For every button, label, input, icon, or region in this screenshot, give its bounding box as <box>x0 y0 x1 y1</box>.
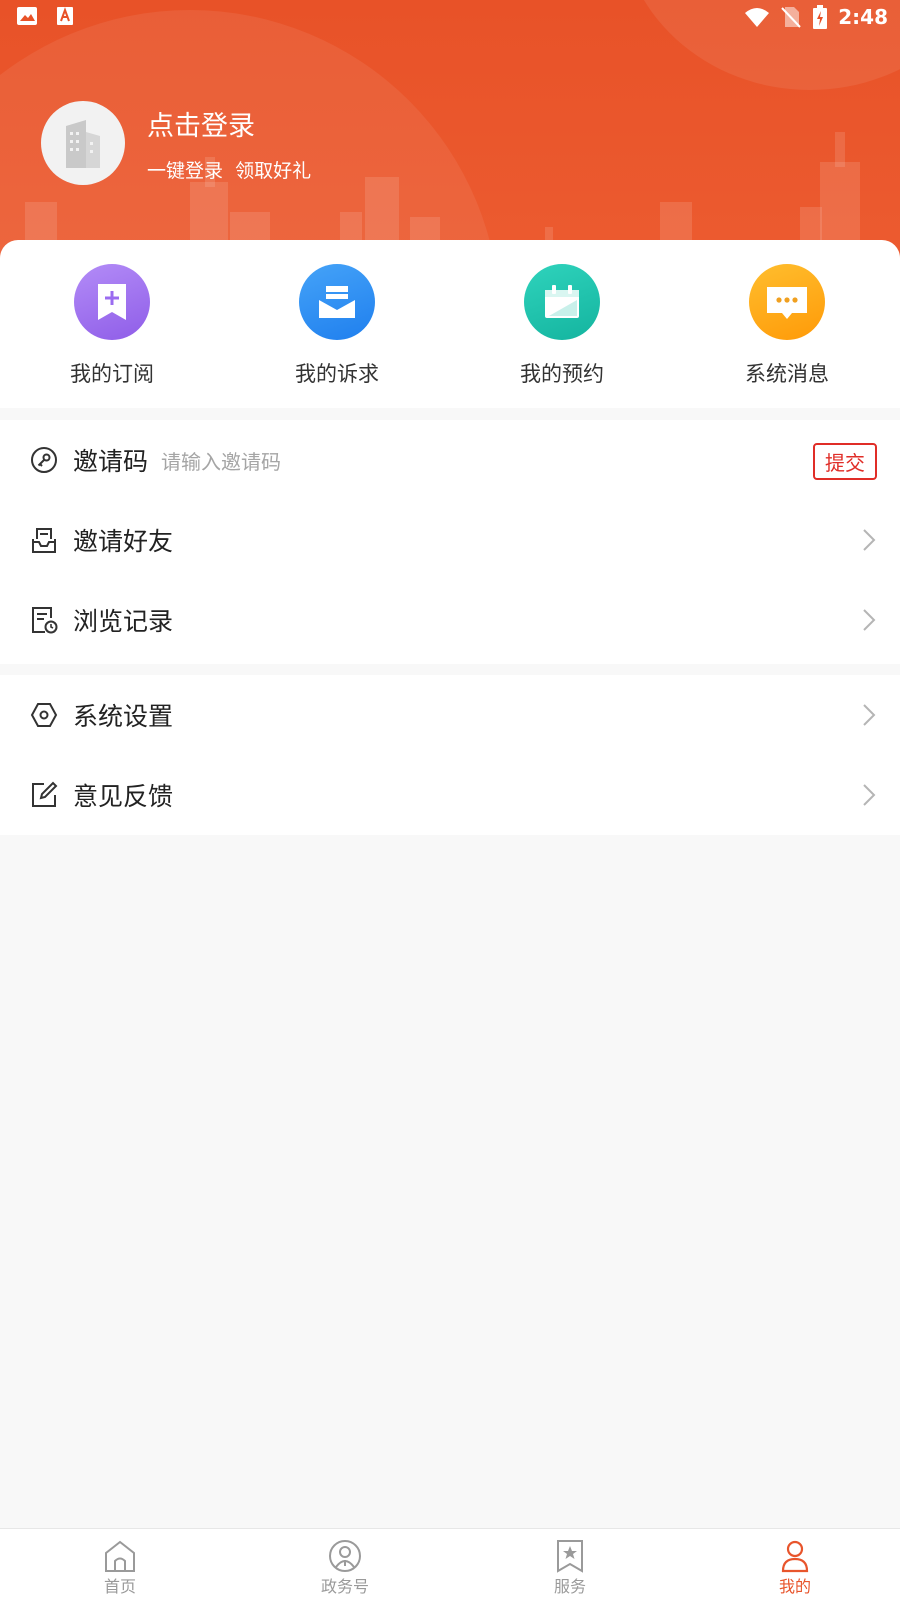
menu-row-browse-history[interactable]: 浏览记录 <box>0 580 900 660</box>
chevron-right-icon <box>863 704 876 726</box>
quick-action-label: 我的诉求 <box>295 362 379 386</box>
menu-row-label: 系统设置 <box>73 702 174 731</box>
tab-services[interactable]: 服务 <box>510 1539 630 1597</box>
settings-icon <box>30 703 58 727</box>
edit-icon <box>32 781 58 807</box>
menu-row-feedback[interactable]: 意见反馈 <box>0 755 900 835</box>
battery-charging-icon <box>813 5 828 29</box>
avatar[interactable] <box>41 101 125 185</box>
bookmark-add-icon <box>74 264 150 340</box>
status-bar: 2:48 <box>0 0 900 36</box>
login-title[interactable]: 点击登录 <box>147 104 255 143</box>
tab-label: 我的 <box>778 1577 811 1596</box>
menu-row-label: 意见反馈 <box>73 782 174 811</box>
chevron-right-icon <box>863 609 876 631</box>
chevron-right-icon <box>863 784 876 806</box>
status-time: 2:48 <box>838 5 888 29</box>
tab-label: 政务号 <box>320 1577 369 1596</box>
quick-action-label: 我的订阅 <box>70 362 154 386</box>
menu-row-invite-friends[interactable]: 邀请好友 <box>0 500 900 580</box>
calendar-icon <box>524 264 600 340</box>
profile-header: 2:48 点击登录 一键登录 领取好礼 <box>0 0 900 262</box>
submit-invite-code-button[interactable]: 提交 <box>813 443 877 480</box>
my-requests-button[interactable]: 我的诉求 <box>257 264 417 388</box>
invite-code-input[interactable]: 请输入邀请码 <box>161 446 281 475</box>
quick-actions-card: 我的订阅 我的诉求 我的预约 系统消息 <box>0 240 900 408</box>
menu-section-account: 邀请码 请输入邀请码 提交 邀请好友 浏览记录 <box>0 420 900 664</box>
inbox-icon <box>32 528 56 553</box>
mail-icon <box>299 264 375 340</box>
user-icon <box>781 1540 809 1573</box>
quick-action-label: 我的预约 <box>520 362 604 386</box>
login-subtitle[interactable]: 一键登录 领取好礼 <box>147 156 311 183</box>
tab-home[interactable]: 首页 <box>60 1539 180 1597</box>
my-subscriptions-button[interactable]: 我的订阅 <box>32 264 192 388</box>
gallery-notification-icon <box>17 7 37 25</box>
government-account-icon <box>329 1540 361 1572</box>
tab-mine[interactable]: 我的 <box>735 1539 855 1597</box>
chevron-right-icon <box>863 529 876 551</box>
message-icon <box>749 264 825 340</box>
quick-action-label: 系统消息 <box>745 362 829 386</box>
no-sim-icon <box>781 7 801 28</box>
invite-code-label: 邀请码 <box>73 447 149 476</box>
menu-section-system: 系统设置 意见反馈 <box>0 675 900 835</box>
tab-label: 首页 <box>103 1577 136 1596</box>
tab-label: 服务 <box>553 1577 586 1596</box>
menu-row-system-settings[interactable]: 系统设置 <box>0 675 900 755</box>
system-messages-button[interactable]: 系统消息 <box>707 264 867 388</box>
key-icon <box>31 447 57 473</box>
service-star-icon <box>557 1540 583 1573</box>
building-avatar-icon <box>66 120 100 168</box>
bottom-navigation: 首页 政务号 服务 我的 <box>0 1528 900 1600</box>
tab-government-account[interactable]: 政务号 <box>285 1539 405 1597</box>
wifi-icon <box>745 8 770 27</box>
menu-row-label: 浏览记录 <box>73 607 174 636</box>
invite-code-row: 邀请码 请输入邀请码 提交 <box>0 420 900 500</box>
menu-row-label: 邀请好友 <box>73 527 174 556</box>
my-appointments-button[interactable]: 我的预约 <box>482 264 642 388</box>
history-icon <box>32 607 58 634</box>
app-notification-icon <box>57 7 73 25</box>
home-icon <box>105 1540 135 1572</box>
